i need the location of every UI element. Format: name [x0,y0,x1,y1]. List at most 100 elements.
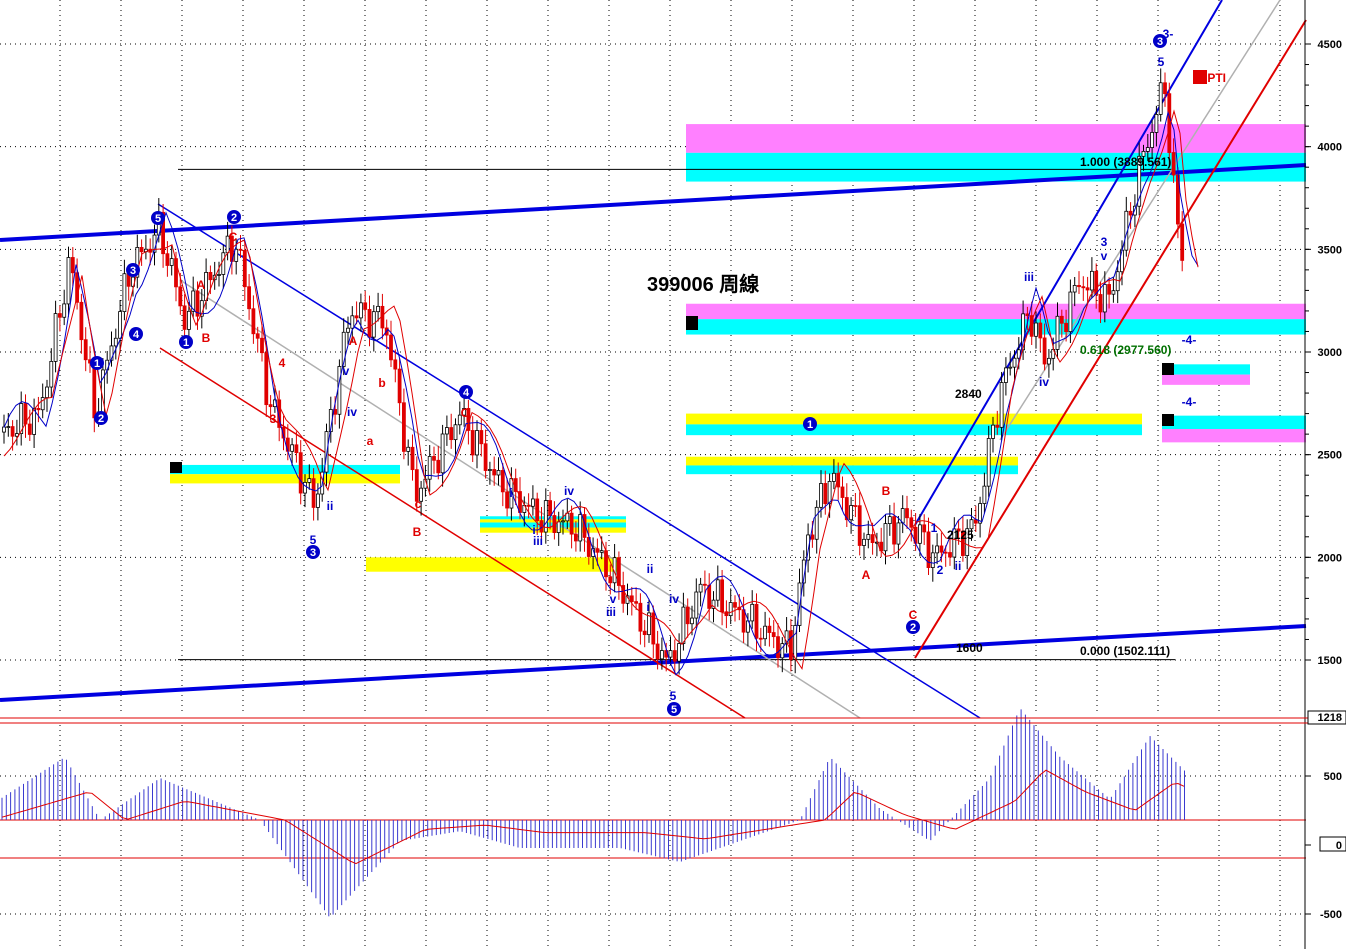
candle-body [1154,114,1159,133]
wave-label: 1 [807,419,813,431]
candle-body [255,333,260,339]
wave-label: iii [606,605,616,619]
candle-body [479,430,484,445]
candle-body [1068,291,1073,333]
candle-body [1163,82,1167,95]
wave-label: iii [1024,270,1034,284]
zone-marker [170,462,182,473]
candle-body [849,505,853,521]
candle-body [991,424,995,439]
candle-body [771,632,776,638]
candle-body [217,274,221,276]
candle-body [733,602,737,608]
candle-body [922,524,927,533]
osc-tick-label: 500 [1324,771,1342,783]
candle-body [1008,366,1013,369]
wave-label: 1 [183,337,189,349]
wave-label: ii [955,559,962,573]
candle-body [92,362,97,419]
candle-body [58,313,62,318]
candle-body [505,491,510,509]
candle-body [1111,290,1116,295]
wave-label: C [229,230,238,244]
candle-body [264,352,269,406]
zone-band [686,124,1306,153]
candle-body [475,430,479,456]
candle-body [406,446,411,452]
candle-body [363,302,368,310]
candle-body [819,483,823,508]
candle-body [1077,285,1081,288]
wave-label: 5 [155,213,161,225]
zone-band [686,413,1142,425]
wave-label: b [378,376,385,390]
candle-body [698,583,703,593]
wave-label: i [646,600,649,614]
zone-band [1162,429,1306,443]
candle-body [677,643,681,662]
wave-label: 3 [1101,235,1108,249]
candle-body [1047,357,1051,365]
candle-body [608,576,613,584]
candle-body [311,478,316,508]
wave-label: i [509,486,512,500]
candle-body [397,368,402,404]
wave-label: ii [647,562,654,576]
stock-chart: 399006 周線 1.000 (3889.561) 0.618 (2977.560… [0,0,1346,949]
candle-body [350,315,355,329]
candle-body [892,516,896,545]
candle-body [741,609,746,633]
candle-body [1102,284,1107,313]
wave-label: -4- [1182,333,1197,347]
wave-label: a [367,434,374,448]
wave-label: 5 [310,533,317,547]
candle-body [182,305,187,330]
candle-body [53,313,58,362]
price-tick-label: 4000 [1318,142,1342,154]
wave-label: C [461,406,470,420]
candle-body [268,404,273,408]
candle-body [896,522,901,545]
candle-body [672,650,677,662]
candle-body [827,480,832,505]
candle-body [707,584,712,609]
zone-marker [1162,363,1174,375]
candle-body [862,538,866,546]
candle-body [36,407,41,411]
wave-label: iv [564,484,574,498]
candle-body [315,493,320,508]
candle-body [66,257,71,305]
candle-body [247,286,252,310]
wave-label: iv [1039,375,1049,389]
candle-body [668,650,673,658]
candle-body [986,438,991,487]
wave-label: 2 [231,212,237,224]
candle-body [83,339,88,361]
candle-body [113,337,118,347]
candle-body [242,249,247,288]
candle-body [930,552,935,568]
candle-body [1090,270,1094,291]
candle-body [935,545,939,554]
wave-label: -4- [1182,395,1197,409]
candle-body [832,472,836,482]
candle-body [401,402,406,452]
price-tick-label: 4500 [1318,39,1342,51]
candle-body [660,650,664,660]
wave-label: 2 [910,622,916,634]
candle-body [62,303,67,318]
candle-body [599,550,604,553]
wave-label: v [343,364,350,378]
candle-body [578,514,583,542]
wave-label: iv [347,405,357,419]
price-readout: 1218 [1318,712,1342,724]
candle-body [290,444,295,452]
candle-body [569,512,574,535]
wave-label: 3- [1163,27,1174,41]
wave-label: 4 [463,387,470,399]
candle-body [1085,287,1090,291]
candle-body [169,258,174,266]
osc-zero-box [1319,836,1346,852]
candle-body [853,505,858,507]
wave-label: 3 [130,265,136,277]
